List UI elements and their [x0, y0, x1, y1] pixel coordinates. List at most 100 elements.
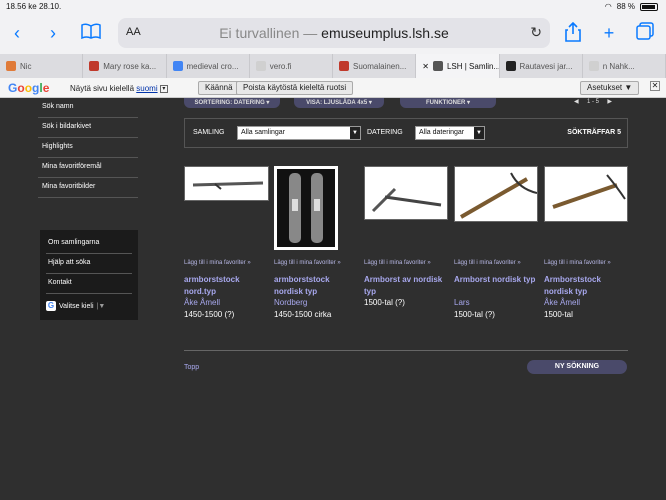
url-text[interactable]: Ei turvallinen — emuseumplus.lsh.se: [118, 25, 550, 41]
browser-tab[interactable]: Mary rose ka...: [83, 54, 167, 78]
result-thumbnail[interactable]: [184, 166, 269, 201]
sidebar-menu: Sök namn Sök i bildarkivet Highlights Mina …: [38, 98, 138, 198]
close-icon[interactable]: ✕: [650, 81, 660, 91]
samling-select[interactable]: Alla samlingar ▼: [237, 126, 361, 140]
favicon-icon: [89, 61, 100, 71]
sidebar-item[interactable]: Sök namn: [38, 98, 138, 118]
sidebar-info: Om samlingarna Hjälp att söka Kontakt G Va…: [40, 230, 138, 320]
next-icon[interactable]: ▶: [607, 99, 612, 105]
translate-bar: Google Näytä sivu kielellä suomi ▾ Käänn…: [0, 78, 666, 98]
result-card: Lägg till i mina favoriter » Armborststo…: [544, 166, 629, 319]
view-button[interactable]: VISA: LJUSLÅDA 4x5 ▾: [294, 98, 384, 108]
tab-label: medieval cro...: [186, 61, 239, 71]
translate-prompt: Näytä sivu kielellä suomi ▾: [70, 84, 168, 93]
top-link[interactable]: Topp: [184, 364, 199, 371]
datering-select[interactable]: Alla dateringar ▼: [415, 126, 485, 140]
add-favorite-link[interactable]: Lägg till i mina favoriter »: [544, 260, 611, 266]
result-thumbnail[interactable]: [544, 166, 628, 222]
sidebar-item[interactable]: Om samlingarna: [46, 234, 132, 254]
functions-button[interactable]: FUNKTIONER ▾: [400, 98, 496, 108]
language-selector-label: Valitse kieli: [59, 302, 94, 310]
address-bar[interactable]: AA Ei turvallinen — emuseumplus.lsh.se ↻: [118, 18, 550, 48]
sidebar-item[interactable]: Highlights: [38, 138, 138, 158]
sort-button[interactable]: SORTERING: DATERING ▾: [184, 98, 280, 108]
language-dropdown-icon[interactable]: ▾: [159, 84, 168, 93]
divider: [184, 350, 628, 351]
sidebar-item[interactable]: Mina favoritbilder: [38, 178, 138, 198]
new-tab-icon[interactable]: +: [598, 22, 620, 44]
browser-tab[interactable]: Nic: [0, 54, 84, 78]
bookmarks-icon[interactable]: [80, 22, 102, 44]
prev-icon[interactable]: ◀: [574, 99, 579, 105]
favicon-icon: [255, 61, 266, 71]
tab-label: n Nahk...: [602, 61, 635, 71]
samling-label: SAMLING: [193, 129, 225, 136]
tab-label: Suomalainen...: [353, 61, 407, 71]
tab-label: Rautavesi jar...: [519, 61, 573, 71]
sidebar-item[interactable]: Mina favoritföremål: [38, 158, 138, 178]
result-title[interactable]: Armborststock nordisk typ: [544, 274, 629, 298]
browser-tab[interactable]: vero.fi: [250, 54, 333, 78]
result-artist[interactable]: Nordberg: [274, 298, 307, 307]
result-artist[interactable]: Åke Åmell: [544, 298, 580, 307]
favicon-icon: [505, 61, 516, 71]
translate-button[interactable]: Käännä: [198, 81, 240, 95]
sidebar-item[interactable]: Kontakt: [46, 274, 132, 294]
add-favorite-link[interactable]: Lägg till i mina favoriter »: [454, 260, 521, 266]
favicon-icon: [6, 61, 16, 71]
language-select[interactable]: suomi: [136, 84, 157, 93]
tab-bar: Nic Mary rose ka... medieval cro... vero.fi…: [0, 54, 666, 78]
result-date: 1450-1500 cirka: [274, 310, 332, 319]
settings-button[interactable]: Asetukset ▼: [580, 81, 640, 95]
browser-tab[interactable]: medieval cro...: [167, 54, 250, 78]
result-title[interactable]: armborststock nordisk typ: [274, 274, 359, 298]
reload-icon[interactable]: ↻: [530, 24, 542, 41]
pager: ◀ 1 - 5 ▶: [574, 99, 612, 105]
datering-label: DATERING: [367, 129, 403, 136]
result-date: 1500-tal (?): [364, 298, 405, 307]
add-favorite-link[interactable]: Lägg till i mina favoriter »: [274, 260, 341, 266]
google-logo: Google: [8, 81, 50, 95]
status-time: 18.56 ke 28.10.: [6, 2, 62, 11]
result-thumbnail[interactable]: [454, 166, 538, 222]
share-icon[interactable]: [562, 21, 584, 44]
result-title[interactable]: Armborst av nordisk typ: [364, 274, 449, 298]
result-artist[interactable]: Lars: [454, 298, 470, 307]
sidebar-item[interactable]: Sök i bildarkivet: [38, 118, 138, 138]
back-icon[interactable]: ‹: [6, 22, 28, 44]
browser-tab[interactable]: Rautavesi jar...: [500, 54, 583, 78]
result-thumbnail[interactable]: [274, 166, 338, 250]
result-date: 1500-tal: [544, 310, 573, 319]
favicon-icon: [588, 61, 599, 71]
tab-label: vero.fi: [269, 61, 292, 71]
add-favorite-link[interactable]: Lägg till i mina favoriter »: [364, 260, 431, 266]
browser-tab[interactable]: Suomalainen...: [333, 54, 417, 78]
favicon-icon: [339, 61, 349, 71]
close-tab-icon[interactable]: ✕: [422, 62, 429, 71]
result-title[interactable]: Armborst nordisk typ: [454, 274, 535, 286]
chevron-down-icon: |▼: [96, 302, 106, 310]
favicon-icon: [432, 61, 443, 71]
result-card: Lägg till i mina favoriter » armborststo…: [184, 166, 269, 319]
status-right: ◠ 88 %: [605, 2, 658, 11]
battery-icon: [640, 2, 658, 11]
sidebar-item[interactable]: Hjälp att söka: [46, 254, 132, 274]
language-selector[interactable]: G Valitse kieli |▼: [46, 298, 132, 314]
tabs-icon[interactable]: [634, 22, 656, 44]
favicon-icon: [172, 61, 183, 71]
browser-tab[interactable]: n Nahk...: [583, 54, 666, 78]
google-icon: G: [46, 301, 56, 311]
result-artist[interactable]: Åke Åmell: [184, 298, 220, 307]
result-title[interactable]: armborststock nord.typ: [184, 274, 269, 298]
result-date: 1450-1500 (?): [184, 310, 235, 319]
result-card: Lägg till i mina favoriter » Armborst no…: [454, 166, 539, 319]
never-translate-button[interactable]: Poista käytöstä kieleltä ruotsi: [236, 81, 354, 95]
result-thumbnail[interactable]: [364, 166, 448, 220]
browser-tab[interactable]: ✕ LSH | Samlin...: [416, 54, 500, 78]
new-search-button[interactable]: NY SÖKNING: [527, 360, 627, 374]
status-bar: 18.56 ke 28.10. ◠ 88 %: [0, 0, 666, 14]
add-favorite-link[interactable]: Lägg till i mina favoriter »: [184, 260, 251, 266]
page-content: Sök namn Sök i bildarkivet Highlights Mina …: [0, 98, 666, 500]
result-date: 1500-tal (?): [454, 310, 495, 319]
forward-icon[interactable]: ›: [42, 22, 64, 44]
